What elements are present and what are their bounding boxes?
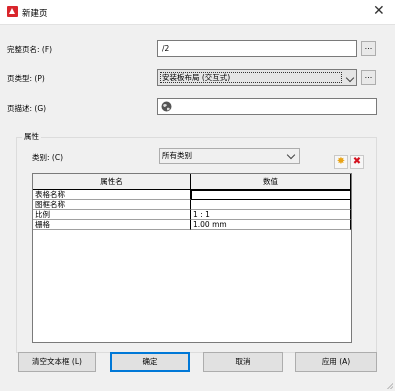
delete-property-button[interactable]: ✖ [350, 155, 364, 169]
property-name: 表格名称 [33, 190, 191, 200]
title-bar: 新建页 ✕ [0, 0, 395, 25]
page-type-browse-button[interactable]: ... [361, 70, 376, 85]
category-selected-value: 所有类别 [162, 151, 192, 160]
property-value[interactable] [191, 200, 351, 210]
close-button[interactable]: ✕ [373, 4, 385, 18]
chevron-down-icon [345, 73, 355, 83]
app-logo-icon [7, 6, 18, 17]
chevron-down-icon [286, 150, 296, 160]
category-label: 类别: (C) [32, 153, 63, 162]
page-type-selected-value: 安装板布局 (交互式) [160, 72, 342, 83]
dialog-title: 新建页 [22, 9, 48, 19]
clear-textbox-button[interactable]: 清空文本框 (L) [18, 352, 96, 372]
page-desc-input[interactable] [157, 98, 377, 115]
full-name-input[interactable]: /2 [157, 40, 357, 57]
star-icon: ✸ [336, 156, 346, 167]
table-row[interactable]: 表格名称 [33, 190, 351, 200]
property-value[interactable]: 1 : 1 [191, 210, 351, 220]
table-row[interactable]: 栅格 1.00 mm [33, 220, 351, 230]
ok-button[interactable]: 确定 [110, 352, 190, 372]
delete-icon: ✖ [352, 156, 362, 167]
cancel-button[interactable]: 取消 [203, 352, 283, 372]
category-select[interactable]: 所有类别 [159, 148, 300, 164]
column-header-value[interactable]: 数值 [191, 174, 351, 189]
resize-grip[interactable] [387, 383, 393, 389]
page-type-label: 页类型: (P) [7, 74, 45, 83]
full-name-label: 完整页名: (F) [7, 45, 53, 54]
property-name: 比例 [33, 210, 191, 220]
property-name: 图框名称 [33, 200, 191, 210]
page-desc-label: 页描述: (G) [7, 104, 47, 113]
property-name: 栅格 [33, 220, 191, 230]
add-property-button[interactable]: ✸ [334, 155, 348, 169]
grid-header: 属性名 数值 [33, 174, 351, 190]
full-name-browse-button[interactable]: ... [361, 41, 376, 56]
property-grid[interactable]: 属性名 数值 表格名称 图框名称 比例 1 : 1 栅格 1.00 mm [32, 173, 352, 343]
table-row[interactable]: 图框名称 [33, 200, 351, 210]
table-row[interactable]: 比例 1 : 1 [33, 210, 351, 220]
properties-group-title: 属性 [22, 131, 41, 142]
column-header-name[interactable]: 属性名 [33, 174, 191, 189]
property-value-input[interactable] [191, 190, 351, 200]
globe-icon [161, 101, 172, 112]
apply-button[interactable]: 应用 (A) [295, 352, 377, 372]
page-type-select[interactable]: 安装板布局 (交互式) [157, 69, 357, 86]
property-value[interactable]: 1.00 mm [191, 220, 351, 230]
